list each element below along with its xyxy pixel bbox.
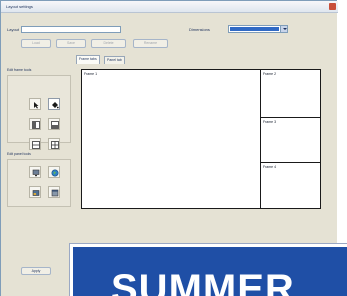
fill-icon[interactable] [48,98,60,110]
dimension-select[interactable] [228,25,288,33]
split-horizontal-icon[interactable] [48,118,60,130]
cursor-icon[interactable] [29,98,41,110]
panel-tools-label: Edit panel tools [7,152,31,156]
frame-main[interactable]: Frame 1 [82,70,261,208]
panel-image-icon[interactable] [29,186,41,198]
summer-banner: SUMMER [70,244,347,296]
dimension-label: Dimensions [189,27,210,32]
dialog-title: Layout settings [6,4,33,9]
frame-tools-label: Edit frame tools [7,68,32,72]
panel-globe-icon[interactable] [48,166,60,178]
frame-side-middle-label: Frame 3 [263,120,277,124]
split-vertical-icon[interactable] [29,118,41,130]
frame-side-top[interactable]: Frame 2 [261,70,320,118]
frame-side-top-label: Frame 2 [263,72,277,76]
tab-frame[interactable]: Frame tabs [76,55,100,64]
close-icon[interactable] [329,3,336,10]
title-bar: Layout settings [1,1,338,13]
save-button[interactable]: Save [56,39,86,48]
chevron-down-icon[interactable] [280,26,287,32]
delete-button[interactable]: Delete [91,39,126,48]
load-button[interactable]: Load [21,39,51,48]
panel-window-icon[interactable] [48,186,60,198]
layout-canvas[interactable]: Frame 1 Frame 2 Frame 3 Frame 4 [81,69,321,209]
layout-name-field[interactable] [21,26,121,33]
frame-side-bottom-label: Frame 4 [263,165,277,169]
merge-icon[interactable] [29,138,41,150]
frame-main-label: Frame 1 [84,72,98,76]
layout-label: Layout [7,27,20,32]
tab-panel[interactable]: Panel tab [104,56,125,64]
rename-button[interactable]: Rename [133,39,168,48]
frame-side-middle[interactable]: Frame 3 [261,118,320,163]
grid-icon[interactable] [48,138,60,150]
panel-monitor-icon[interactable] [29,166,41,178]
frame-side-bottom[interactable]: Frame 4 [261,163,320,208]
apply-button[interactable]: Apply [21,267,51,275]
dimension-value [230,27,279,31]
banner-text: SUMMER [111,267,295,296]
